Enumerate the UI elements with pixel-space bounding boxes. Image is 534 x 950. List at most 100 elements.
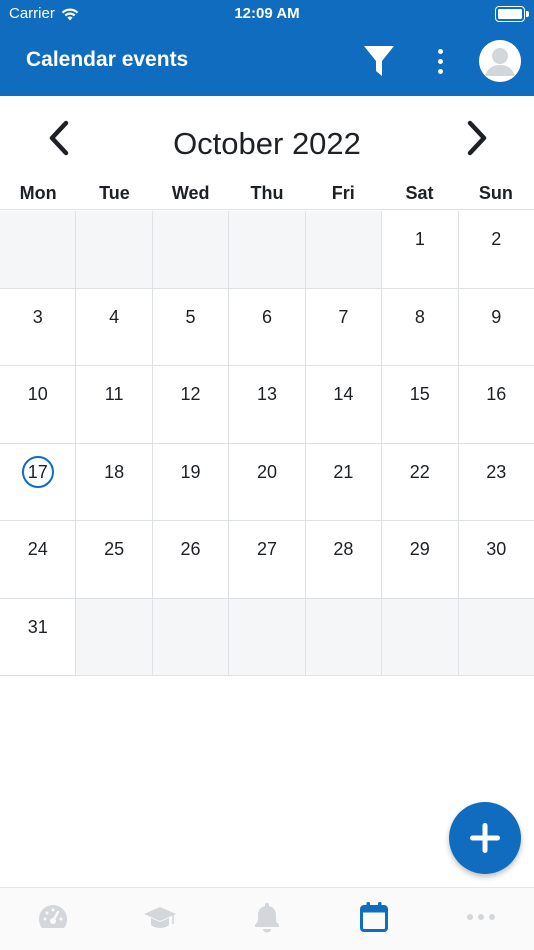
- weekday-label: Thu: [250, 183, 284, 203]
- tab-more[interactable]: [427, 888, 534, 950]
- day-number: 27: [256, 539, 277, 559]
- day-number: 13: [256, 384, 277, 404]
- day-number: 12: [180, 384, 201, 404]
- calendar-day[interactable]: 21: [305, 443, 383, 520]
- calendar-day[interactable]: 11: [76, 366, 153, 443]
- calendar-day[interactable]: 30: [458, 521, 534, 598]
- calendar-day[interactable]: 8: [382, 288, 459, 365]
- calendar-week: 10 11 12 13 14 15 16: [0, 366, 534, 444]
- courses-icon: [144, 907, 177, 928]
- bottom-tab-bar: [0, 887, 534, 950]
- calendar-day[interactable]: 6: [229, 288, 306, 365]
- calendar-day[interactable]: 3: [0, 288, 77, 365]
- day-number: 29: [409, 539, 430, 559]
- day-number: 15: [409, 384, 430, 404]
- calendar-week: 1 2: [0, 211, 534, 289]
- calendar-day[interactable]: 1: [382, 211, 459, 288]
- calendar-day[interactable]: 10: [0, 366, 77, 443]
- day-number: 16: [486, 384, 507, 404]
- calendar-day[interactable]: 4: [76, 288, 153, 365]
- weekday-label: Sat: [405, 183, 434, 203]
- day-number: 24: [27, 539, 48, 559]
- day-number: 25: [104, 539, 125, 559]
- tab-calendar[interactable]: [320, 888, 427, 950]
- month-label: October 2022: [173, 126, 361, 161]
- calendar-day[interactable]: 27: [229, 521, 306, 598]
- day-number: 6: [261, 306, 272, 327]
- plus-icon: [470, 823, 500, 853]
- calendar-day-empty: [152, 598, 230, 675]
- tab-notifications[interactable]: [214, 888, 321, 950]
- day-number: 5: [185, 306, 196, 327]
- calendar-day[interactable]: 13: [229, 366, 306, 443]
- day-number: 7: [338, 306, 349, 327]
- calendar-day-empty: [305, 598, 383, 675]
- more-icon: [466, 914, 495, 920]
- day-number: 4: [109, 306, 120, 327]
- day-number: 20: [256, 461, 277, 482]
- calendar-day[interactable]: 2: [458, 211, 534, 288]
- calendar-day[interactable]: 16: [458, 366, 534, 443]
- calendar-day[interactable]: 28: [305, 521, 383, 598]
- day-number: 14: [333, 384, 354, 404]
- calendar-day[interactable]: 15: [382, 366, 459, 443]
- calendar-day-empty: [458, 598, 534, 675]
- filter-icon[interactable]: [362, 44, 396, 78]
- calendar-day[interactable]: 26: [152, 521, 230, 598]
- calendar-day[interactable]: 7: [305, 288, 383, 365]
- day-number: 18: [104, 461, 125, 482]
- next-month-icon[interactable]: [462, 120, 492, 156]
- calendar-day[interactable]: 29: [382, 521, 459, 598]
- weekday-label: Wed: [171, 183, 210, 203]
- notifications-icon: [254, 903, 279, 933]
- day-number: 9: [491, 306, 502, 327]
- calendar-day[interactable]: 24: [0, 521, 77, 598]
- status-time: 12:09 AM: [234, 5, 300, 22]
- calendar-week: 3 4 5 6 7 8 9: [0, 288, 534, 366]
- calendar-day-empty: [229, 211, 306, 288]
- calendar-day[interactable]: 20: [229, 443, 306, 520]
- tab-dashboard[interactable]: [0, 888, 107, 950]
- more-vertical-icon[interactable]: [428, 44, 452, 78]
- day-number: 31: [27, 616, 48, 637]
- calendar-week: 24 25 26 27 28 29 30: [0, 521, 534, 599]
- day-number: 19: [180, 461, 201, 482]
- weekday-header-row: Mon Tue Wed Thu Fri Sat Sun: [0, 180, 534, 210]
- day-number: 30: [486, 539, 507, 559]
- calendar-day[interactable]: 5: [152, 288, 230, 365]
- day-number: 1: [414, 229, 425, 249]
- calendar-day-empty: [0, 211, 77, 288]
- today-marker: 17: [21, 455, 54, 488]
- tab-courses[interactable]: [107, 888, 214, 950]
- calendar-grid: 1 2 3 4 5 6 7 8 9 10 11 12 13 14 15 16 1…: [0, 211, 534, 676]
- calendar-icon: [359, 902, 388, 932]
- day-number: 26: [180, 539, 201, 559]
- calendar-day[interactable]: 25: [76, 521, 153, 598]
- weekday-label: Tue: [99, 183, 130, 203]
- calendar-day[interactable]: 23: [458, 443, 534, 520]
- calendar-day-empty: [229, 598, 306, 675]
- calendar-day[interactable]: 31: [0, 598, 77, 675]
- day-number: 21: [333, 461, 354, 482]
- day-number: 22: [409, 461, 430, 482]
- calendar-week: 31: [0, 598, 534, 676]
- calendar-day[interactable]: 9: [458, 288, 534, 365]
- calendar-day-empty: [305, 211, 383, 288]
- status-bar: Carrier 12:09 AM: [0, 0, 534, 28]
- weekday-label: Mon: [19, 183, 57, 203]
- calendar-day[interactable]: 12: [152, 366, 230, 443]
- calendar-day[interactable]: 19: [152, 443, 230, 520]
- user-avatar[interactable]: [479, 40, 521, 82]
- weekday-label: Sun: [478, 183, 513, 203]
- calendar-day[interactable]: 14: [305, 366, 383, 443]
- dashboard-icon: [39, 905, 68, 928]
- calendar-day[interactable]: 18: [76, 443, 153, 520]
- calendar-day-today[interactable]: 17: [0, 443, 77, 520]
- day-number: 11: [104, 384, 124, 404]
- battery-icon: [495, 6, 529, 22]
- calendar-day[interactable]: 22: [382, 443, 459, 520]
- add-event-button[interactable]: [449, 802, 521, 874]
- day-number: 23: [486, 461, 507, 482]
- page-title: Calendar events: [26, 48, 189, 71]
- day-number: 2: [491, 229, 502, 249]
